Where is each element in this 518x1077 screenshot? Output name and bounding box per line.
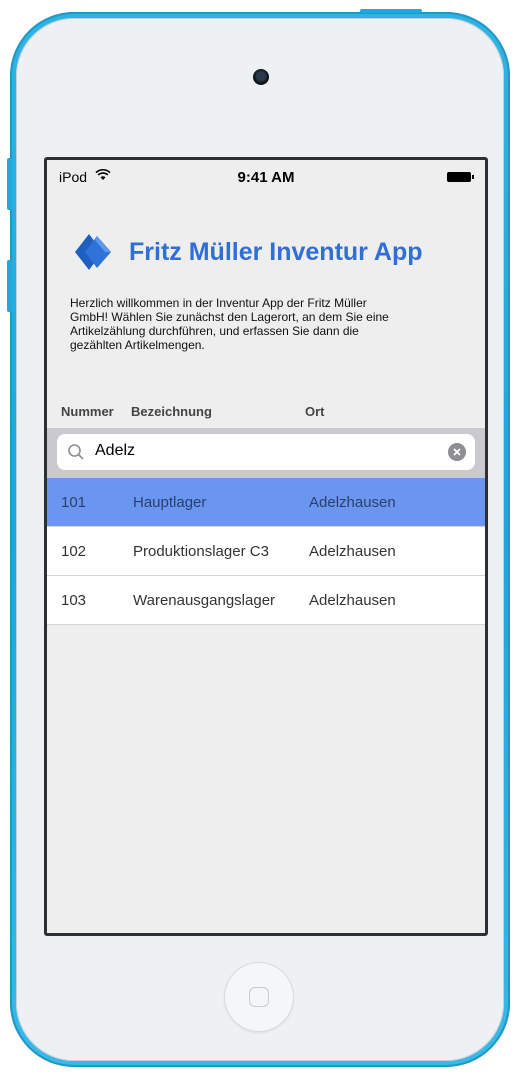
home-square-icon — [249, 987, 269, 1007]
column-header-name: Bezeichnung — [131, 404, 212, 419]
camera-icon — [253, 69, 269, 85]
clear-icon[interactable] — [448, 443, 466, 461]
table-row[interactable]: 102 Produktionslager C3 Adelzhausen — [47, 527, 485, 576]
row-number: 102 — [61, 543, 87, 560]
row-name: Warenausgangslager — [133, 592, 276, 609]
volume-button-top — [7, 158, 12, 210]
row-location: Adelzhausen — [309, 592, 396, 609]
power-button — [360, 9, 422, 13]
row-name: Hauptlager — [133, 494, 207, 511]
row-location: Adelzhausen — [309, 543, 396, 560]
intro-text: Herzlich willkommen in der Inventur App … — [70, 296, 389, 352]
app-logo — [75, 234, 111, 270]
app-title: Fritz Müller Inventur App — [129, 238, 423, 266]
table-row[interactable]: 103 Warenausgangslager Adelzhausen — [47, 576, 485, 625]
search-field[interactable] — [57, 434, 475, 470]
volume-button-bottom — [7, 260, 12, 312]
status-time: 9:41 AM — [237, 169, 295, 186]
home-button[interactable] — [224, 962, 294, 1032]
search-icon — [68, 444, 84, 460]
column-header-number: Nummer — [61, 404, 114, 419]
status-bar: iPod 9:41 AM — [47, 160, 485, 194]
location-list: 101 Hauptlager Adelzhausen 102 Produktio… — [47, 478, 485, 625]
row-name: Produktionslager C3 — [133, 543, 269, 560]
battery-icon — [447, 172, 474, 182]
row-number: 101 — [61, 494, 87, 511]
row-location: Adelzhausen — [309, 494, 396, 511]
search-bar — [47, 428, 485, 478]
table-row[interactable]: 101 Hauptlager Adelzhausen — [47, 478, 485, 527]
column-header-location: Ort — [305, 404, 325, 419]
row-number: 103 — [61, 592, 87, 609]
app-header: Fritz Müller Inventur App — [71, 230, 471, 274]
search-input[interactable] — [93, 441, 397, 461]
screen: iPod 9:41 AM Fritz Müller Inventur App H… — [44, 157, 488, 936]
